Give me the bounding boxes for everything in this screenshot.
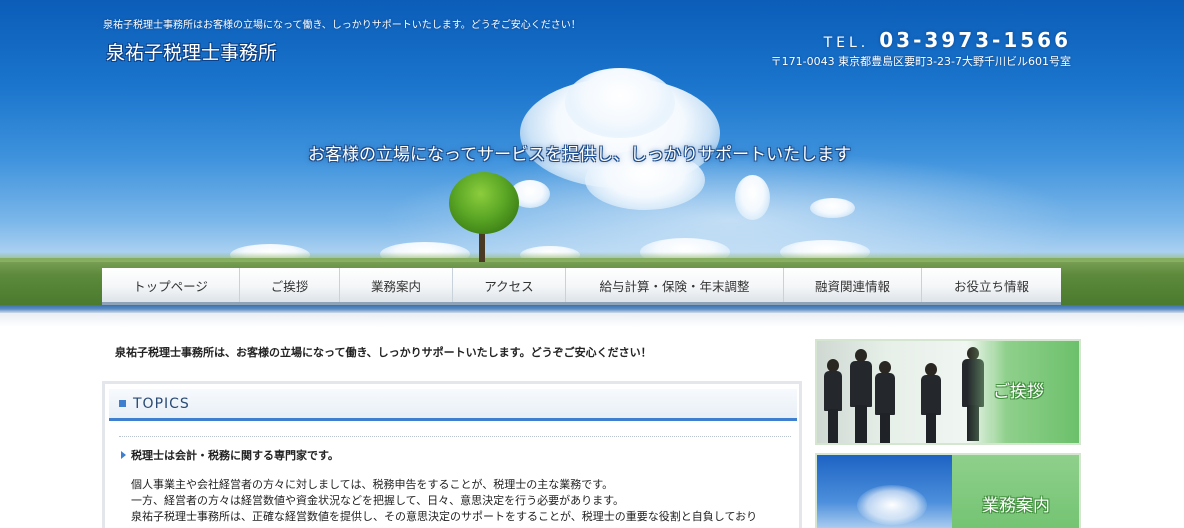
nav-item-greeting[interactable]: ご挨拶: [240, 268, 340, 302]
global-nav: トップページ ご挨拶 業務案内 アクセス 給与計算・保険・年末調整 融資関連情報…: [102, 268, 1061, 305]
greeting-banner-label: ご挨拶: [993, 382, 1044, 402]
tel-label: TEL.: [823, 35, 870, 51]
tel-number: 03-3973-1566: [879, 28, 1071, 52]
site-logo[interactable]: 泉祐子税理士事務所: [106, 38, 277, 65]
header-band: [0, 305, 1184, 313]
sky-photo: [817, 455, 952, 528]
topic-headline-text: 税理士は会計・税務に関する専門家です。: [131, 449, 339, 462]
nav-item-services[interactable]: 業務案内: [340, 268, 453, 302]
arrow-right-icon: [121, 451, 126, 459]
nav-item-top[interactable]: トップページ: [102, 268, 240, 302]
topic-line: 個人事業主や会社経営者の方々に対しましては、税務申告をすることが、税理士の主な業…: [131, 478, 614, 491]
nav-item-payroll[interactable]: 給与計算・保険・年末調整: [566, 268, 784, 302]
header-tagline: 泉祐子税理士事務所はお客様の立場になって働き、しっかりサポートいたします。どうぞ…: [103, 20, 581, 31]
topic-divider: [119, 436, 791, 437]
services-banner[interactable]: 業務案内: [815, 453, 1081, 528]
intro-text: 泉祐子税理士事務所は、お客様の立場になって働き、しっかりサポートいたします。どう…: [115, 346, 652, 359]
topics-title: TOPICS: [133, 395, 190, 412]
nav-item-financing[interactable]: 融資関連情報: [784, 268, 922, 302]
cloud-main-top: [565, 68, 675, 138]
business-people-photo: [817, 341, 992, 443]
header: 泉祐子税理士事務所はお客様の立場になって働き、しっかりサポートいたします。どうぞ…: [0, 0, 1184, 306]
phone-contact: TEL. 03-3973-1566: [824, 28, 1071, 52]
services-banner-label: 業務案内: [982, 496, 1050, 516]
hero-catchphrase: お客様の立場になってサービスを提供し、しっかりサポートいたします: [308, 145, 852, 165]
nav-item-access[interactable]: アクセス: [453, 268, 566, 302]
topic-body: 個人事業主や会社経営者の方々に対しましては、税務申告をすることが、税理士の主な業…: [131, 477, 757, 525]
tree-icon: [449, 172, 519, 234]
square-bullet-icon: [119, 400, 126, 407]
header-band-fade: [0, 313, 1184, 327]
topics-section: TOPICS 税理士は会計・税務に関する専門家です。 個人事業主や会社経営者の方…: [102, 381, 802, 528]
greeting-banner[interactable]: ご挨拶: [815, 339, 1081, 445]
topics-header: TOPICS: [109, 389, 797, 421]
nav-item-useful-info[interactable]: お役立ち情報: [922, 268, 1061, 302]
topic-line: 泉祐子税理士事務所は、正確な経営数値を提供し、その意思決定のサポートをすることが…: [131, 510, 758, 523]
topic-headline: 税理士は会計・税務に関する専門家です。: [121, 447, 339, 463]
office-address: 〒171-0043 東京都豊島区要町3-23-7大野千川ビル601号室: [770, 55, 1071, 68]
cloud-small-right: [735, 175, 770, 220]
cloud-far-right: [810, 198, 855, 218]
topic-line: 一方、経営者の方々は経営数値や資金状況などを把握して、日々、意思決定を行う必要が…: [131, 494, 625, 507]
